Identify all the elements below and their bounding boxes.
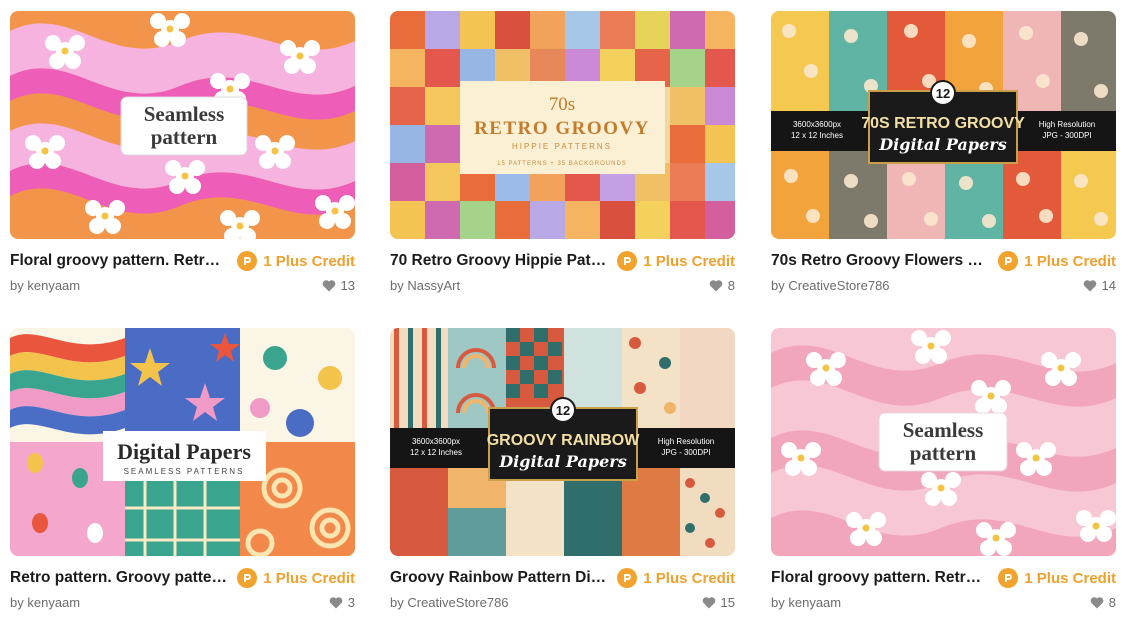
thumb-line-70s: 70s — [549, 94, 575, 115]
credit-coin-icon — [998, 251, 1019, 271]
thumb-size-px: 3600x3600px — [412, 437, 460, 446]
likes-count: 15 — [720, 594, 735, 610]
likes-count: 13 — [340, 277, 355, 293]
credit-label: 1 Plus Credit — [1024, 252, 1116, 270]
likes-count: 8 — [727, 277, 735, 293]
product-title[interactable]: Groovy Rainbow Pattern Digital Papers — [390, 569, 608, 587]
thumb-line-title: GROOVY RAINBOW — [487, 432, 641, 449]
credit-coin-icon — [998, 568, 1019, 588]
credit-label: 1 Plus Credit — [643, 569, 735, 587]
author-link[interactable]: CreativeStore786 — [788, 278, 889, 293]
product-thumbnail[interactable]: Seamless pattern — [771, 328, 1116, 556]
product-title[interactable]: Floral groovy pattern. Retro seamless pa… — [10, 252, 228, 270]
product-title[interactable]: 70s Retro Groovy Flowers Digital Papers — [771, 252, 989, 270]
by-label: by — [10, 277, 24, 293]
thumb-line-title: Digital Papers — [117, 439, 251, 464]
likes-count: 14 — [1101, 277, 1116, 293]
author-line: by CreativeStore786 — [771, 278, 890, 293]
thumb-line-title: 70S RETRO GROOVY — [861, 115, 1025, 132]
thumb-line-subtitle: Digital Papers — [878, 135, 1006, 154]
plus-credit-badge[interactable]: 1 Plus Credit — [998, 568, 1116, 588]
author-line: by CreativeStore786 — [390, 595, 509, 610]
plus-credit-badge[interactable]: 1 Plus Credit — [237, 568, 355, 588]
author-link[interactable]: kenyaam — [788, 595, 841, 610]
by-label: by — [771, 277, 785, 293]
thumb-resolution: High Resolution — [658, 437, 714, 446]
thumb-count-badge: 12 — [556, 403, 570, 418]
heart-icon — [1090, 596, 1104, 608]
likes-counter[interactable]: 3 — [329, 595, 355, 610]
by-label: by — [390, 594, 404, 610]
likes-counter[interactable]: 14 — [1083, 278, 1116, 293]
likes-counter[interactable]: 15 — [702, 595, 735, 610]
credit-label: 1 Plus Credit — [263, 252, 355, 270]
credit-coin-icon — [617, 568, 638, 588]
author-line: by NassyArt — [390, 278, 460, 293]
retro-groovy-hippie-image: 70s RETRO GROOVY HIPPIE PATTERNS 15 PATT… — [390, 11, 735, 239]
likes-count: 8 — [1108, 594, 1116, 610]
thumb-line-counts: 15 PATTERNS + 35 BACKGROUNDS — [497, 161, 627, 167]
credit-coin-icon — [237, 568, 258, 588]
thumb-format: JPG - 300DPI — [1042, 131, 1091, 140]
likes-counter[interactable]: 8 — [1090, 595, 1116, 610]
thumb-title-line1: Seamless — [144, 102, 225, 126]
floral-groovy-pink-image: Seamless pattern — [771, 328, 1116, 556]
product-thumbnail[interactable]: Digital Papers SEAMLESS PATTERNS — [10, 328, 355, 556]
author-line: by kenyaam — [10, 595, 80, 610]
groovy-rainbow-papers-image: 12 GROOVY RAINBOW Digital Papers 3600x36… — [390, 328, 735, 556]
heart-icon — [322, 279, 335, 291]
author-link[interactable]: NassyArt — [407, 278, 460, 293]
credit-coin-icon — [617, 251, 638, 271]
heart-icon — [709, 279, 723, 291]
likes-count: 3 — [347, 594, 355, 610]
by-label: by — [390, 277, 404, 293]
thumb-resolution: High Resolution — [1039, 120, 1095, 129]
product-title[interactable]: Retro pattern. Groovy pattern digital pa… — [10, 569, 228, 587]
plus-credit-badge[interactable]: 1 Plus Credit — [617, 251, 735, 271]
credit-label: 1 Plus Credit — [1024, 569, 1116, 587]
thumb-format: JPG - 300DPI — [661, 448, 710, 457]
thumb-title-line1: Seamless — [903, 418, 984, 442]
heart-icon — [329, 596, 343, 608]
author-link[interactable]: CreativeStore786 — [407, 595, 508, 610]
thumb-count-badge: 12 — [936, 86, 950, 101]
author-line: by kenyaam — [771, 595, 841, 610]
thumb-title-line2: pattern — [151, 125, 218, 149]
thumb-size-inches: 12 x 12 Inches — [791, 131, 843, 140]
credit-coin-icon — [237, 251, 258, 271]
product-thumbnail[interactable]: 70s RETRO GROOVY HIPPIE PATTERNS 15 PATT… — [390, 11, 735, 239]
author-link[interactable]: kenyaam — [27, 595, 80, 610]
thumb-size-inches: 12 x 12 Inches — [410, 448, 462, 457]
thumb-line-hippie: HIPPIE PATTERNS — [512, 142, 612, 151]
product-title[interactable]: 70 Retro Groovy Hippie Patterns — [390, 252, 608, 270]
likes-counter[interactable]: 8 — [709, 278, 735, 293]
author-link[interactable]: kenyaam — [27, 278, 80, 293]
heart-icon — [702, 596, 715, 608]
plus-credit-badge[interactable]: 1 Plus Credit — [617, 568, 735, 588]
credit-label: 1 Plus Credit — [643, 252, 735, 270]
plus-credit-badge[interactable]: 1 Plus Credit — [998, 251, 1116, 271]
plus-credit-badge[interactable]: 1 Plus Credit — [237, 251, 355, 271]
floral-groovy-orange-image: Seamless pattern — [10, 11, 355, 239]
retro-flowers-digital-papers-image: 12 70S RETRO GROOVY Digital Papers 3600x… — [771, 11, 1116, 239]
thumb-size-px: 3600x3600px — [793, 120, 841, 129]
thumb-line-subtitle: SEAMLESS PATTERNS — [124, 467, 245, 476]
product-thumbnail[interactable]: Seamless pattern — [10, 11, 355, 239]
thumb-title-line2: pattern — [910, 441, 977, 465]
heart-icon — [1083, 279, 1096, 291]
likes-counter[interactable]: 13 — [322, 278, 355, 293]
product-thumbnail[interactable]: 12 70S RETRO GROOVY Digital Papers 3600x… — [771, 11, 1116, 239]
product-thumbnail[interactable]: 12 GROOVY RAINBOW Digital Papers 3600x36… — [390, 328, 735, 556]
thumb-line-subtitle: Digital Papers — [498, 452, 626, 471]
retro-digital-papers-image: Digital Papers SEAMLESS PATTERNS — [10, 328, 355, 556]
by-label: by — [771, 594, 785, 610]
by-label: by — [10, 594, 24, 610]
thumb-line-retro-groovy: RETRO GROOVY — [474, 118, 650, 139]
credit-label: 1 Plus Credit — [263, 569, 355, 587]
product-title[interactable]: Floral groovy pattern. Retro seamless pa… — [771, 569, 989, 587]
author-line: by kenyaam — [10, 278, 80, 293]
